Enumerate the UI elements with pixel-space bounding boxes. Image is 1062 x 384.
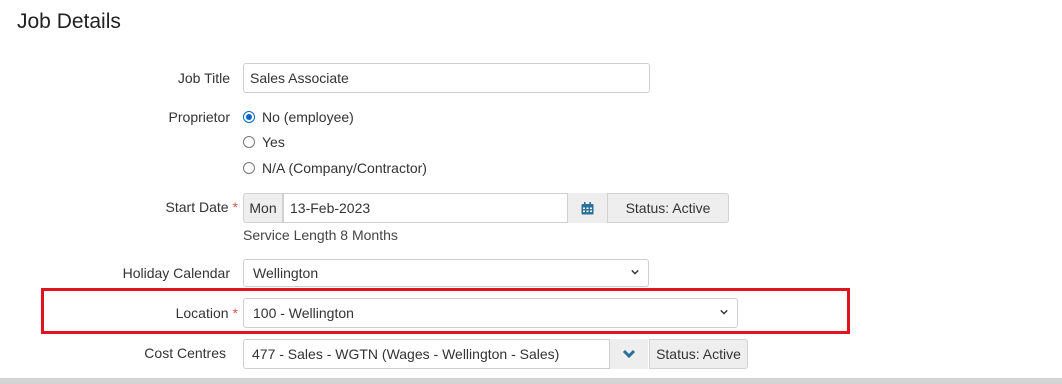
- proprietor-option-no-label: No (employee): [262, 109, 354, 125]
- required-marker: *: [232, 305, 238, 321]
- cost-centres-label: Cost Centres: [144, 345, 226, 361]
- proprietor-option-na[interactable]: N/A (Company/Contractor): [243, 159, 427, 177]
- holiday-calendar-label: Holiday Calendar: [122, 265, 230, 281]
- horizontal-scrollbar[interactable]: [0, 378, 1062, 384]
- location-label-text: Location: [175, 305, 229, 321]
- proprietor-option-no[interactable]: No (employee): [243, 108, 354, 126]
- start-date-label-text: Start Date: [165, 199, 229, 215]
- start-date-value: 13-Feb-2023: [290, 200, 371, 216]
- start-date-status-badge: Status: Active: [607, 193, 729, 223]
- proprietor-label: Proprietor: [168, 109, 230, 125]
- cost-centres-input[interactable]: 477 - Sales - WGTN (Wages - Wellington -…: [243, 339, 610, 369]
- required-marker: *: [232, 199, 238, 215]
- holiday-calendar-value: Wellington: [253, 265, 319, 281]
- radio-na-company-contractor[interactable]: [243, 162, 255, 174]
- proprietor-option-na-label: N/A (Company/Contractor): [262, 160, 427, 176]
- radio-yes[interactable]: [243, 136, 255, 148]
- cost-centres-dropdown-button[interactable]: [610, 339, 648, 369]
- proprietor-option-yes-label: Yes: [262, 134, 285, 150]
- location-select[interactable]: 100 - Wellington: [243, 298, 738, 328]
- start-date-day-addon: Mon: [243, 193, 283, 223]
- chevron-down-icon: [720, 309, 728, 315]
- cost-centres-status-badge: Status: Active: [649, 339, 748, 369]
- radio-no-employee[interactable]: [243, 111, 255, 123]
- location-label: Location *: [130, 305, 238, 321]
- job-title-label: Job Title: [177, 70, 230, 86]
- calendar-button[interactable]: [568, 193, 607, 223]
- page-title: Job Details: [17, 10, 121, 33]
- job-title-input[interactable]: Sales Associate: [243, 63, 650, 93]
- proprietor-option-yes[interactable]: Yes: [243, 133, 285, 151]
- job-title-value: Sales Associate: [250, 70, 349, 86]
- chevron-down-icon: [631, 269, 639, 275]
- start-date-label: Start Date *: [130, 199, 238, 215]
- calendar-icon: [581, 201, 594, 214]
- chevron-down-icon: [622, 349, 636, 359]
- cost-centres-value: 477 - Sales - WGTN (Wages - Wellington -…: [252, 346, 560, 362]
- location-value: 100 - Wellington: [253, 305, 354, 321]
- start-date-input[interactable]: 13-Feb-2023: [283, 193, 568, 223]
- service-length-text: Service Length 8 Months: [243, 227, 398, 243]
- holiday-calendar-select[interactable]: Wellington: [243, 259, 649, 287]
